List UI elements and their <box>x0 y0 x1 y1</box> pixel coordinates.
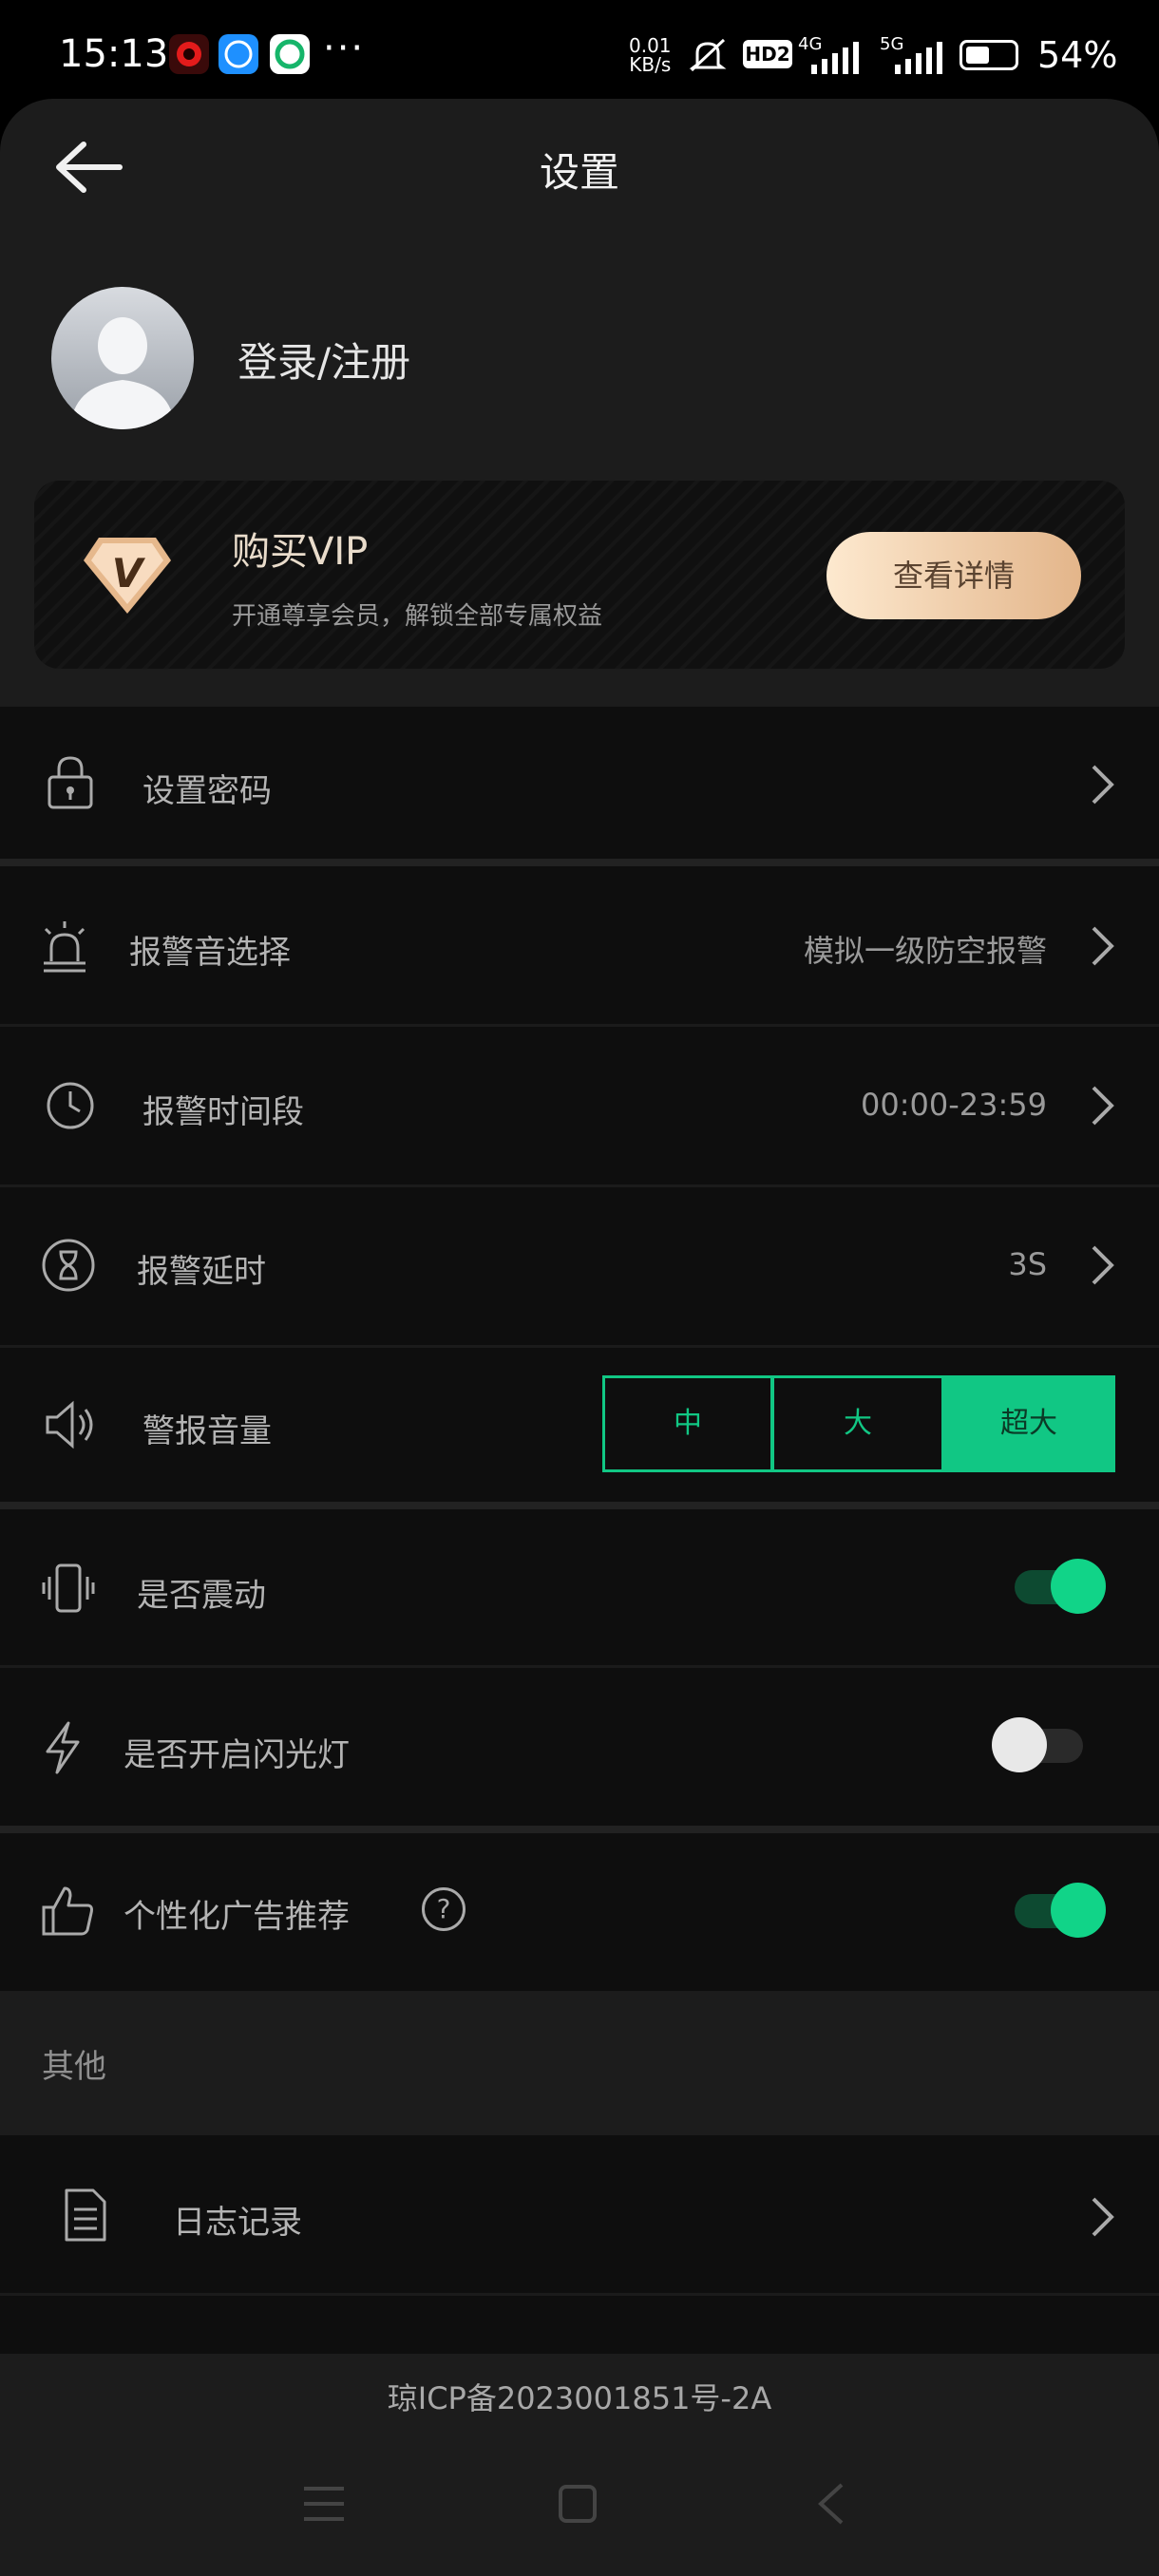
volume-option-medium[interactable]: 中 <box>602 1375 773 1472</box>
setting-label: 设置密码 <box>142 772 272 810</box>
help-icon[interactable]: ? <box>422 1887 466 1931</box>
setting-label: 日志记录 <box>173 2204 302 2242</box>
setting-label: 是否开启闪光灯 <box>124 1736 350 1774</box>
setting-label: 报警时间段 <box>142 1093 304 1131</box>
clock-icon <box>42 1077 99 1134</box>
vip-details-button[interactable]: 查看详情 <box>826 532 1081 619</box>
battery-icon <box>960 40 1018 70</box>
setting-value: 模拟一级防空报警 <box>803 933 1047 969</box>
setting-label: 报警音选择 <box>129 934 291 972</box>
setting-label: 警报音量 <box>142 1412 272 1450</box>
browser-notification-icon <box>218 34 258 74</box>
back-nav-icon[interactable] <box>815 2481 846 2530</box>
status-time: 15:13 <box>59 32 169 76</box>
alarm-siren-icon <box>36 918 93 975</box>
setting-value: 00:00-23:59 <box>861 1087 1047 1123</box>
chevron-right-icon <box>1091 764 1115 805</box>
network-speed: 0.01 KB/s <box>629 34 672 76</box>
setting-row-partial <box>0 2296 1159 2355</box>
home-nav-icon[interactable] <box>557 2483 598 2529</box>
chevron-right-icon <box>1091 1244 1115 1286</box>
chevron-right-icon <box>1091 925 1115 967</box>
speaker-icon <box>42 1396 99 1453</box>
hourglass-icon <box>40 1237 97 1294</box>
chevron-right-icon <box>1091 2196 1115 2238</box>
battery-percent: 54% <box>1037 34 1118 76</box>
vibrate-icon <box>40 1560 97 1617</box>
cleaner-notification-icon <box>270 34 310 74</box>
section-divider <box>0 1502 1159 1509</box>
section-divider <box>0 1826 1159 1833</box>
vip-badge-icon: V <box>82 534 173 619</box>
signal-4g-icon <box>809 42 863 78</box>
personal-ads-toggle[interactable] <box>1013 1883 1108 1940</box>
flash-icon <box>34 1719 91 1776</box>
setting-value: 3S <box>1008 1246 1047 1282</box>
thumbs-up-icon <box>40 1883 97 1940</box>
volume-option-large[interactable]: 大 <box>771 1375 944 1472</box>
login-register-link[interactable]: 登录/注册 <box>238 331 410 388</box>
svg-text:V: V <box>112 550 146 597</box>
vip-subtitle: 开通尊享会员，解锁全部专属权益 <box>232 602 603 631</box>
signal-5g-icon <box>893 42 946 78</box>
vibrate-toggle[interactable] <box>1013 1559 1108 1616</box>
mute-icon <box>686 36 730 78</box>
menu-nav-icon[interactable] <box>302 2483 346 2529</box>
more-notifications: ··· <box>323 27 366 70</box>
avatar[interactable] <box>51 287 194 429</box>
setting-label: 报警延时 <box>137 1253 266 1291</box>
flashlight-toggle[interactable] <box>990 1717 1085 1774</box>
chevron-right-icon <box>1091 1085 1115 1127</box>
volume-option-extra-large[interactable]: 超大 <box>942 1375 1115 1472</box>
status-bar: 15:13 ··· 0.01 KB/s HD2 4G 5G 54% <box>0 0 1159 104</box>
setting-label: 是否震动 <box>137 1577 266 1615</box>
icp-license: 琼ICP备2023001851号-2A <box>387 2380 772 2416</box>
lock-icon <box>42 754 99 811</box>
page-title: 设置 <box>539 149 619 196</box>
section-divider <box>0 859 1159 866</box>
document-icon <box>57 2187 114 2244</box>
section-header: 其他 <box>0 1991 1159 2135</box>
section-title: 其他 <box>42 2048 106 2086</box>
app-notification-icon <box>169 34 209 74</box>
vip-title: 购买VIP <box>232 530 369 574</box>
hd-voice-badge: HD2 <box>743 40 792 68</box>
user-silhouette-icon <box>70 317 175 429</box>
footer: 琼ICP备2023001851号-2A <box>0 2354 1159 2576</box>
setting-label: 个性化广告推荐 <box>124 1898 350 1936</box>
